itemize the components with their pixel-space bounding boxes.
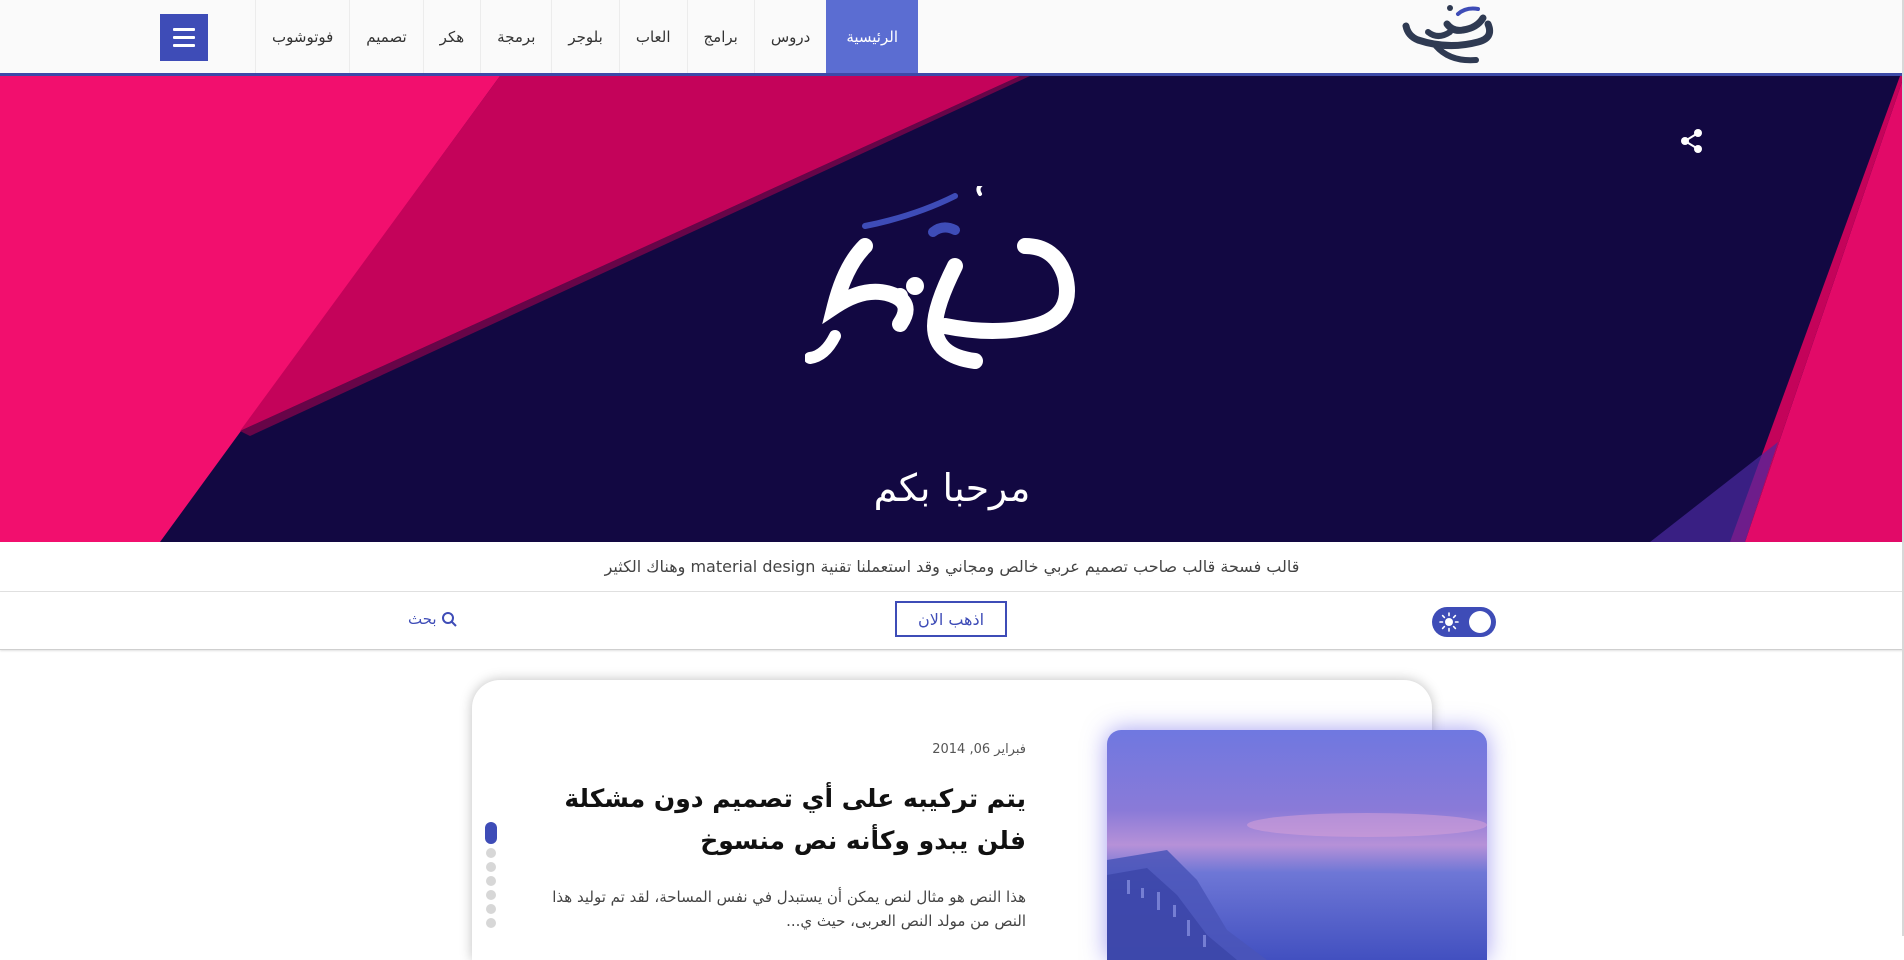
search-label: بحث — [408, 610, 437, 628]
nav-item-programming[interactable]: برمجة — [480, 0, 551, 73]
site-logo[interactable] — [1388, 2, 1502, 74]
slider-dot[interactable] — [485, 822, 497, 844]
main-nav: الرئيسية دروس برامج العاب بلوجر برمجة هك… — [255, 0, 918, 73]
post-excerpt: هذا النص هو مثال لنص يمكن أن يستبدل في ن… — [552, 888, 1026, 930]
post-thumbnail[interactable] — [1107, 730, 1487, 960]
nav-item-design[interactable]: تصميم — [349, 0, 422, 73]
slider-dot[interactable] — [486, 890, 496, 900]
slider-dot[interactable] — [486, 876, 496, 886]
go-now-button[interactable]: اذهب الان — [895, 601, 1007, 637]
slider-dots — [484, 822, 498, 928]
top-navbar: الرئيسية دروس برامج العاب بلوجر برمجة هك… — [0, 0, 1904, 76]
hamburger-menu-button[interactable] — [160, 14, 208, 61]
nav-item-hacker[interactable]: هكر — [422, 0, 480, 73]
featured-post-card: فبراير 06, 2014 يتم تركيبه على أي تصميم … — [472, 680, 1487, 960]
site-description: قالب فسحة قالب صاحب تصميم عربي خالص ومجا… — [604, 557, 1300, 576]
nav-item-blogger[interactable]: بلوجر — [551, 0, 618, 73]
menu-line — [173, 44, 195, 47]
nav-item-home[interactable]: الرئيسية — [826, 0, 918, 73]
search-button[interactable]: بحث — [408, 610, 457, 628]
post-title[interactable]: يتم تركيبه على أي تصميم دون مشكلة فلن يب… — [526, 778, 1026, 862]
sun-icon — [1439, 612, 1459, 632]
slider-dot[interactable] — [486, 918, 496, 928]
menu-line — [173, 36, 195, 39]
nav-item-lessons[interactable]: دروس — [753, 0, 826, 73]
hero-logo — [805, 186, 1075, 369]
search-icon — [441, 612, 457, 627]
nav-item-games[interactable]: العاب — [618, 0, 687, 73]
menu-line — [173, 28, 195, 31]
site-description-bar: قالب فسحة قالب صاحب تصميم عربي خالص ومجا… — [0, 542, 1904, 592]
slider-dot[interactable] — [486, 848, 496, 858]
theme-toggle[interactable] — [1432, 607, 1496, 637]
action-bar: بحث اذهب الان — [0, 592, 1904, 650]
toggle-knob — [1469, 611, 1491, 633]
slider-dot[interactable] — [486, 862, 496, 872]
nav-item-programs[interactable]: برامج — [686, 0, 754, 73]
slider-dot[interactable] — [486, 904, 496, 914]
nav-item-photoshop[interactable]: فوتوشوب — [255, 0, 349, 73]
hero-title: مرحبا بكم — [873, 466, 1031, 510]
hero-banner: مرحبا بكم — [0, 76, 1904, 542]
post-date: فبراير 06, 2014 — [932, 742, 1026, 757]
share-icon[interactable] — [1680, 128, 1704, 154]
city-skyline-image — [1107, 730, 1487, 960]
